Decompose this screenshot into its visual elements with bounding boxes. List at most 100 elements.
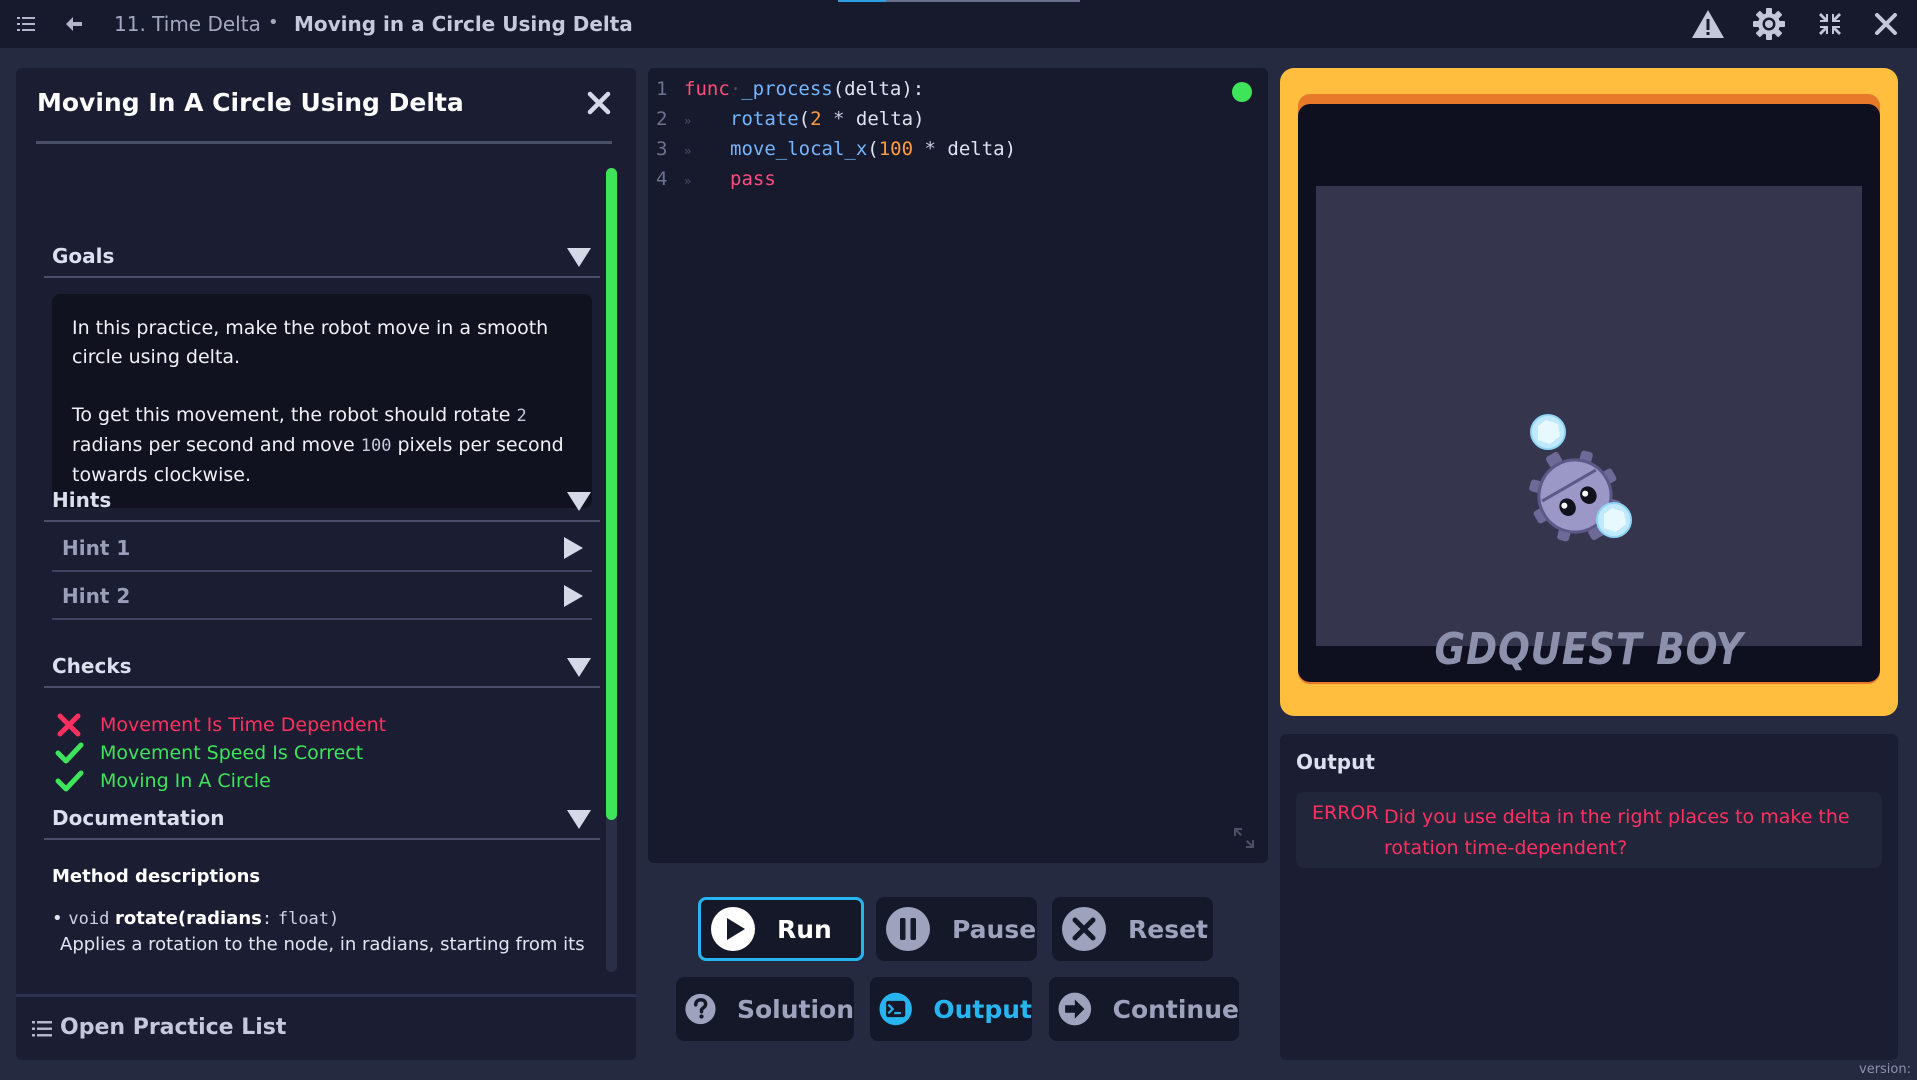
cross-icon [57,713,81,737]
method-signature: • void rotate(radians: float) [52,908,339,929]
open-practice-list-button[interactable]: Open Practice List [16,994,636,1060]
collapse-triangle-icon [567,492,591,511]
paren: ( [177,908,187,929]
code-editor[interactable]: 1 func·_process(delta): 2» rotate(2 * delt… [648,68,1268,863]
practice-title: Moving In A Circle Using Delta [37,88,464,117]
code-text: (delta): [832,78,925,100]
hints-section-header[interactable]: Hints [44,482,600,522]
hints-label: Hints [52,488,112,512]
pause-icon [886,907,930,951]
method-descriptions-heading: Method descriptions [52,866,261,887]
goals-text: radians per second and move [72,434,361,456]
error-level-label: ERROR [1312,802,1379,824]
code-line[interactable]: 3 » move_local_x(100 * delta) [656,138,1016,168]
documentation-section-header[interactable]: Documentation [44,800,600,840]
back-arrow-icon[interactable] [60,10,88,38]
method-name: rotate [115,908,178,929]
editor-status-dot [1232,82,1252,102]
code-function: _process [741,78,833,100]
error-message: Did you use delta in the right places to… [1384,806,1850,859]
code-operator: * [821,108,856,130]
goals-section-header[interactable]: Goals [44,238,600,278]
breadcrumb-current: Moving in a Circle Using Delta [294,12,633,36]
code-operator: * [913,138,948,160]
question-icon [685,993,716,1025]
paren: ) [329,909,340,929]
practice-panel: Moving In A Circle Using Delta Goals In … [16,68,636,1060]
checkmark-icon [55,770,84,792]
breadcrumb-parent[interactable]: 11. Time Delta [114,12,261,36]
code-text: delta) [947,138,1017,160]
hint-item-2[interactable]: Hint 2 [52,574,592,620]
run-label: Run [777,914,832,944]
code-line[interactable]: 1 func·_process(delta): [656,78,924,108]
goals-text: To get this movement, the robot should r… [72,404,517,426]
method-description: Applies a rotation to the node, in radia… [60,934,585,955]
return-type: void [68,909,110,929]
code-text: ( [867,138,879,160]
output-message-box: ERROR Did you use delta in the right pla… [1296,792,1882,868]
version-label: version: [1859,1062,1911,1077]
goals-paragraph: In this practice, make the robot move in… [72,317,549,368]
code-keyword: func [684,78,730,100]
output-button[interactable]: Output [870,977,1032,1041]
bullet: • [52,908,63,929]
param-type: float [277,909,330,929]
goals-label: Goals [52,244,115,268]
reset-button[interactable]: Reset [1052,897,1213,961]
checks-section-header[interactable]: Checks [44,648,600,688]
checks-label: Checks [52,654,132,678]
lesson-progress-bar [838,0,1080,2]
close-app-icon[interactable] [1872,10,1900,38]
code-line[interactable]: 2 » rotate(2 * delta) [656,108,925,138]
play-icon [711,907,755,951]
game-bezel: GDQUEST BOY [1298,104,1880,682]
warning-icon[interactable] [1690,10,1726,38]
expand-editor-icon[interactable] [1232,826,1256,850]
line-number: 1 [656,78,668,100]
hint-label: Hint 1 [62,536,131,560]
collapse-triangle-icon [567,658,591,677]
scrollbar-thumb[interactable] [606,168,617,820]
output-label: Output [933,994,1032,1024]
tab-marker: » [684,144,692,158]
check-item-passed: Moving In A Circle [54,766,271,796]
output-title: Output [1296,750,1375,774]
check-label: Movement Is Time Dependent [100,714,387,736]
output-panel: Output ERROR Did you use delta in the ri… [1280,734,1898,1060]
hint-item-1[interactable]: Hint 1 [52,526,592,572]
code-text: delta) [855,108,925,130]
collapse-triangle-icon [567,810,591,829]
hint-label: Hint 2 [62,584,131,608]
reset-label: Reset [1128,914,1208,944]
goals-paragraph-details: To get this movement, the robot should r… [72,401,572,490]
code-number: 100 [878,138,914,160]
code-function: move_local_x [730,138,868,160]
practice-scroll-area[interactable]: Goals In this practice, make the robot m… [36,166,610,1042]
line-number: 4 [656,168,668,190]
param-name: radians [186,908,262,929]
check-item-passed: Movement Speed Is Correct [54,738,363,768]
documentation-label: Documentation [52,806,225,830]
code-number: 2 [810,108,822,130]
pause-label: Pause [952,914,1037,944]
goals-code-value: 2 [516,406,527,426]
run-button[interactable]: Run [698,897,864,961]
continue-label: Continue [1112,994,1239,1024]
continue-button[interactable]: Continue [1049,977,1239,1041]
menu-icon[interactable] [12,10,40,38]
line-number: 2 [656,108,668,130]
solution-button[interactable]: Solution [676,977,854,1041]
pause-button[interactable]: Pause [876,897,1037,961]
close-panel-icon[interactable] [584,88,614,118]
game-screen[interactable] [1316,186,1862,646]
line-number: 3 [656,138,668,160]
tab-marker: » [684,114,692,128]
open-practice-list-label: Open Practice List [60,1015,287,1040]
code-keyword: pass [730,168,776,190]
code-function: rotate [730,108,799,130]
top-bar: 11. Time Delta • Moving in a Circle Usin… [0,0,1917,48]
code-line[interactable]: 4 » pass [656,168,776,198]
gear-icon[interactable] [1752,8,1786,40]
collapse-fullscreen-icon[interactable] [1816,10,1844,38]
